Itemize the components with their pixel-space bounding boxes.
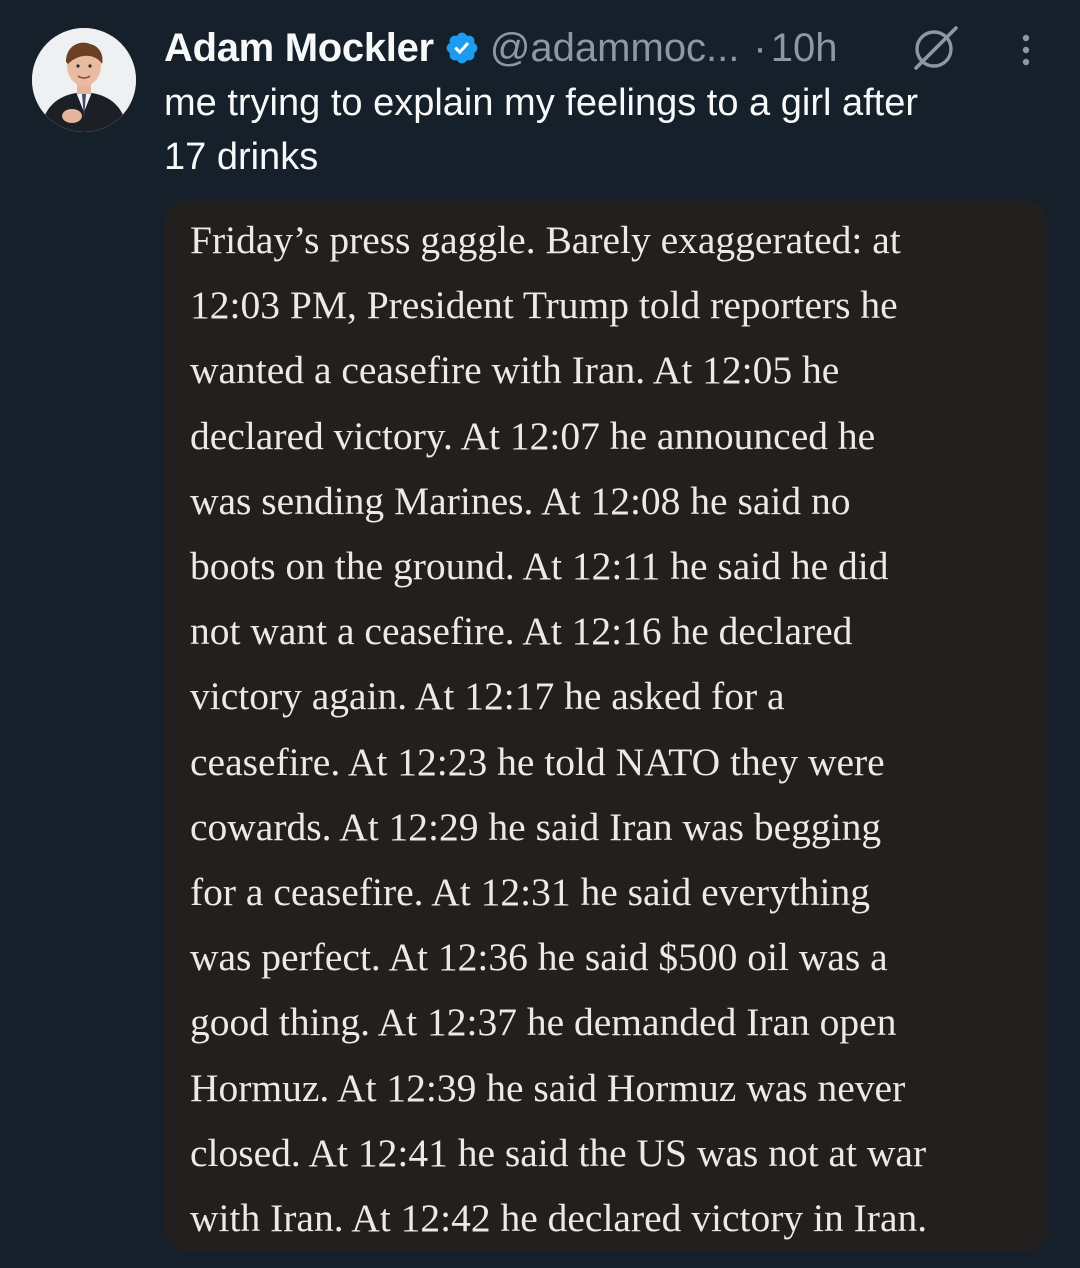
tweet-timestamp[interactable]: 10h <box>771 26 838 71</box>
separator-dot: · <box>753 25 767 70</box>
media-text-line: wanted a ceasefire with Iran. At 12:05 h… <box>190 348 840 393</box>
media-text-line: declared victory. At 12:07 he announced … <box>190 413 876 458</box>
media-text-line: with Iran. At 12:42 he declared victory … <box>190 1196 928 1241</box>
tweet-media-image[interactable]: Friday’s press gaggle. Barely exaggerate… <box>164 200 1048 1252</box>
media-text-block: Friday’s press gaggle. Barely exaggerate… <box>190 208 1048 1251</box>
media-text-line: was perfect. At 12:36 he said $500 oil w… <box>190 935 888 980</box>
tweet-header: Adam Mockler @adammoc... · 10h <box>164 22 837 74</box>
media-text-line: 12:03 PM, President Trump told reporters… <box>190 283 898 328</box>
verified-badge-icon[interactable] <box>444 30 480 66</box>
media-text-line: not want a ceasefire. At 12:16 he declar… <box>190 609 853 654</box>
tweet-text: me trying to explain my feelings to a gi… <box>164 82 919 178</box>
media-text-line: boots on the ground. At 12:11 he said he… <box>190 544 889 589</box>
media-text-line: closed. At 12:41 he said the US was not … <box>190 1130 927 1175</box>
media-text-line: ceasefire. At 12:23 he told NATO they we… <box>190 739 885 784</box>
media-text-line: victory again. At 12:17 he asked for a <box>190 674 785 719</box>
media-text-line: was sending Marines. At 12:08 he said no <box>190 478 851 523</box>
media-text-line: for a ceasefire. At 12:31 he said everyt… <box>190 870 871 915</box>
grok-icon[interactable] <box>910 24 962 72</box>
media-text-line: good thing. At 12:37 he demanded Iran op… <box>190 1000 897 1045</box>
media-text-line: Hormuz. At 12:39 he said Hormuz was neve… <box>190 1065 906 1110</box>
media-text-line: Friday’s press gaggle. Barely exaggerate… <box>190 218 901 262</box>
author-display-name[interactable]: Adam Mockler <box>164 26 434 71</box>
author-handle[interactable]: @adammoc... <box>490 26 740 71</box>
media-text-line: cowards. At 12:29 he said Iran was beggi… <box>190 804 882 849</box>
profile-photo <box>32 28 136 132</box>
avatar[interactable] <box>32 28 136 132</box>
tweet[interactable]: Adam Mockler @adammoc... · 10h me trying… <box>0 0 1080 1268</box>
vertical-ellipsis-icon[interactable] <box>1010 30 1042 70</box>
